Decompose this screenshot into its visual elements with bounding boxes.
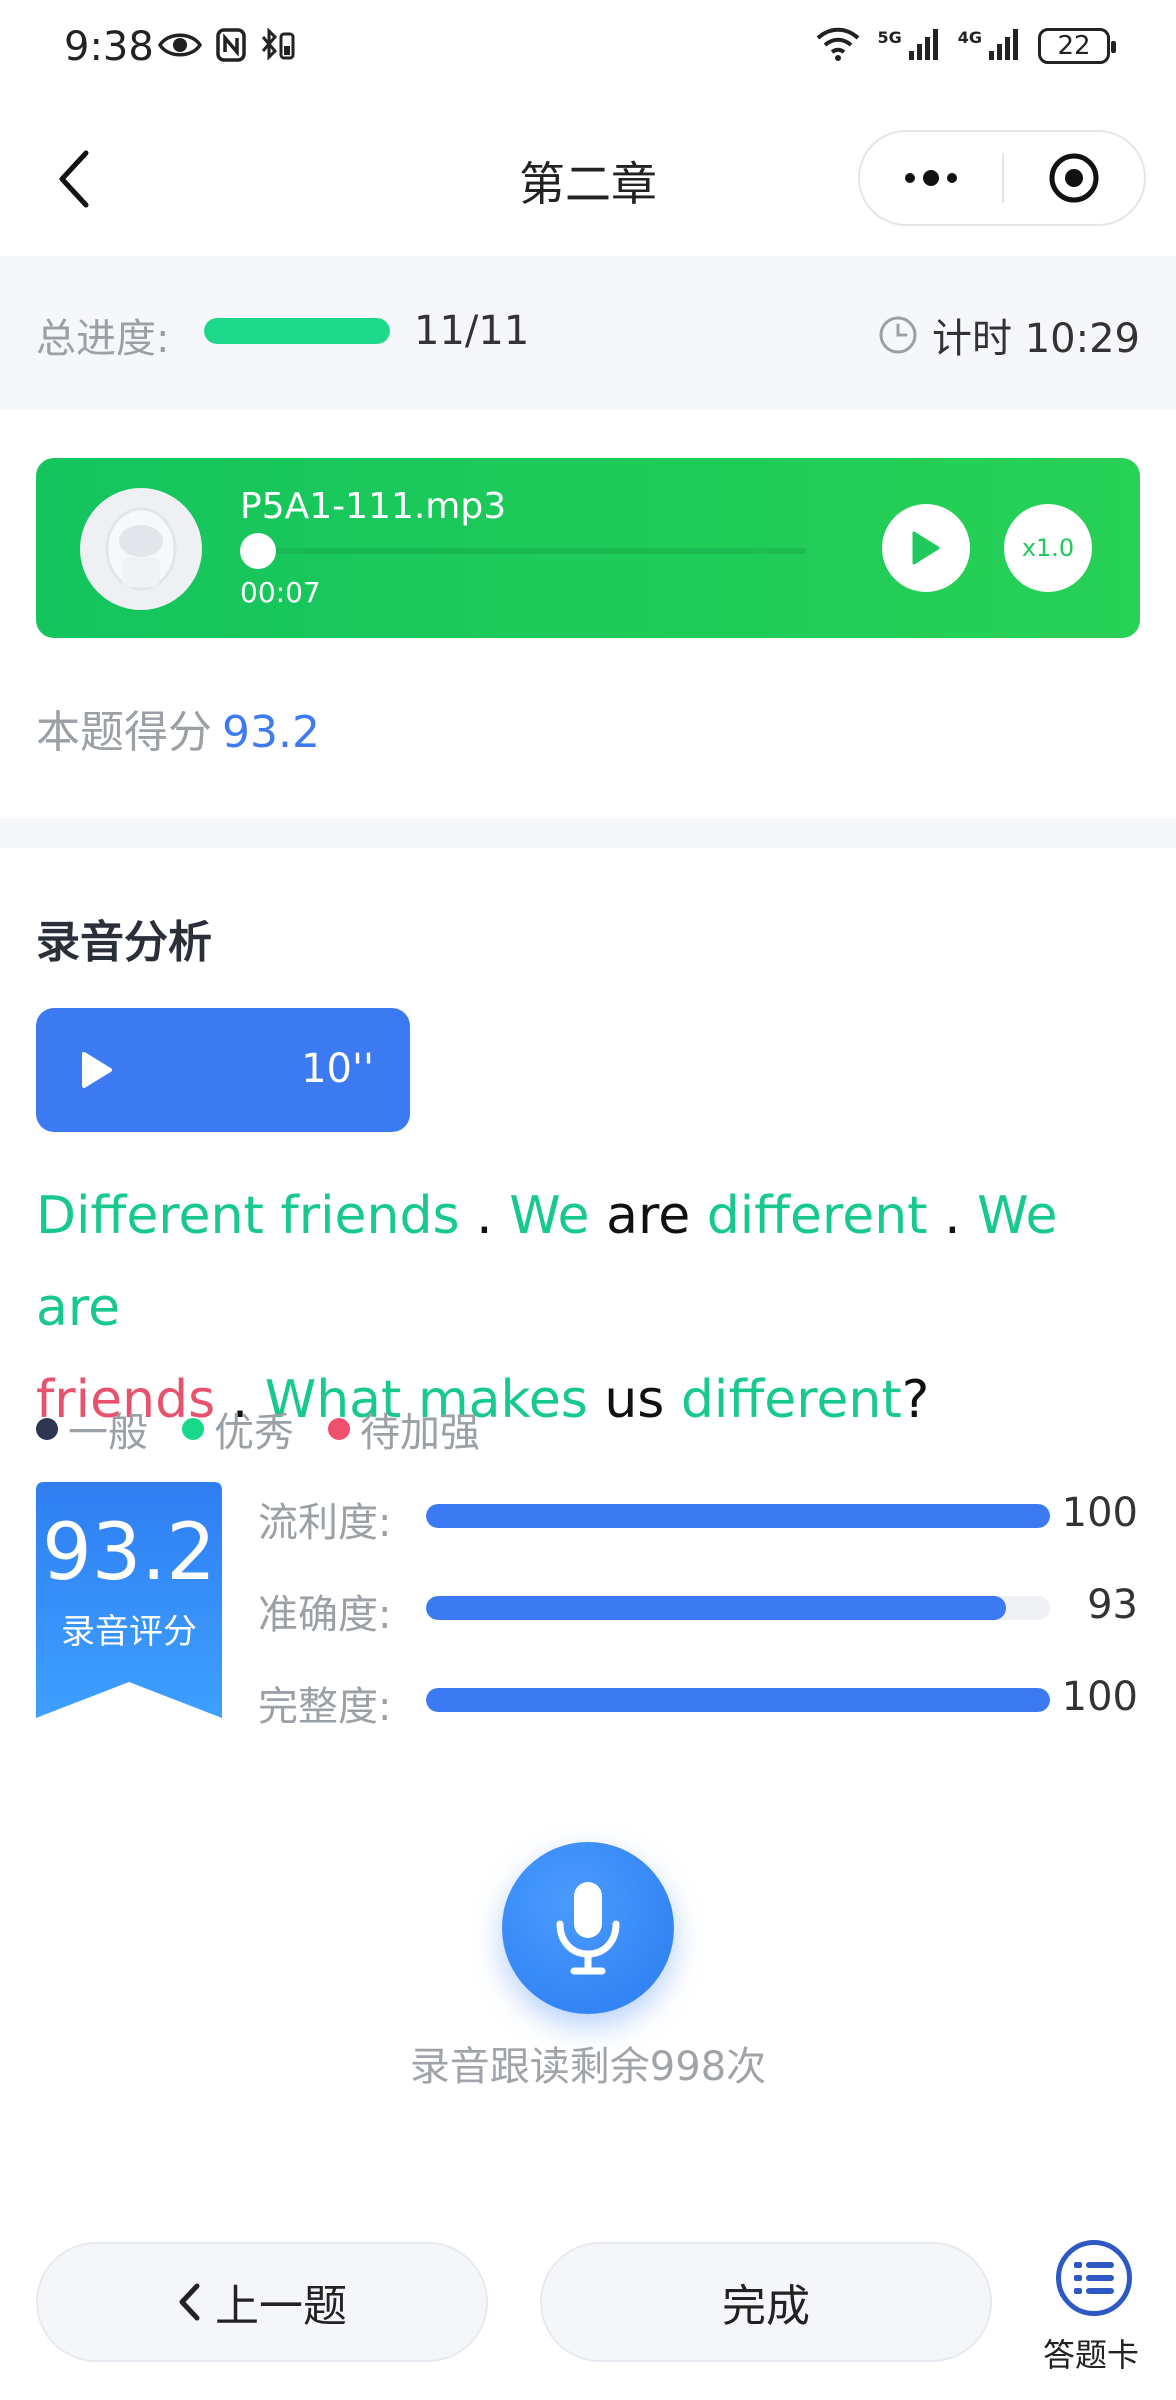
more-dot-icon <box>905 173 915 183</box>
word-level-legend: 一般 优秀 待加强 <box>36 1400 480 1458</box>
sentence-word-normal: are <box>589 1186 707 1246</box>
done-button[interactable]: 完成 <box>540 2242 992 2362</box>
legend-item: 待加强 <box>328 1400 480 1458</box>
audio-player-card: P5A1-111.mp3 00:07 x1.0 <box>36 458 1140 638</box>
question-score: 本题得分 93.2 <box>36 696 320 760</box>
previous-question-label: 上一题 <box>215 2281 347 2332</box>
more-dot-icon <box>923 170 939 186</box>
record-mic-button[interactable] <box>502 1842 674 2014</box>
chevron-left-icon <box>179 2283 200 2321</box>
legend-label: 一般 <box>68 1410 148 1456</box>
recording-remaining-caption: 录音跟读剩余998次 <box>409 2044 767 2090</box>
metric-row: 完整度: 100 <box>258 1668 1138 1730</box>
legend-dot-icon <box>182 1418 204 1440</box>
sentence-line: Different friends . We are different . W… <box>36 1170 1146 1354</box>
network-4g-label: 4G <box>957 27 982 47</box>
audio-file-name: P5A1-111.mp3 <box>240 486 507 527</box>
previous-question-button[interactable]: 上一题 <box>36 2242 488 2362</box>
metric-value: 100 <box>1061 1490 1138 1536</box>
audio-current-time: 00:07 <box>240 576 321 609</box>
section-divider <box>0 818 1176 848</box>
timer-text: 计时 10:29 <box>932 316 1140 362</box>
signal-4g-icon <box>988 27 1022 65</box>
answer-card-icon <box>1056 2240 1132 2316</box>
sentence-word-normal: . <box>459 1186 510 1246</box>
recording-duration: 10'' <box>301 1046 374 1092</box>
mini-program-capsule <box>858 130 1146 226</box>
close-mini-program-button[interactable] <box>1004 132 1144 224</box>
audio-seek-track[interactable] <box>240 548 806 554</box>
metric-row: 流利度: 100 <box>258 1484 1138 1546</box>
metric-label: 准确度: <box>258 1592 392 1638</box>
nav-bar: 第二章 <box>0 110 1176 246</box>
legend-label: 优秀 <box>214 1410 294 1456</box>
bottom-action-bar: 上一题 完成 答题卡 <box>0 2206 1176 2400</box>
recording-score-badge: 93.2 录音评分 <box>36 1482 222 1726</box>
total-progress-bar <box>204 318 390 344</box>
target-close-icon <box>1049 153 1099 203</box>
signal-5g-icon <box>908 27 942 65</box>
play-icon <box>912 531 940 565</box>
play-icon <box>82 1052 112 1088</box>
metric-row: 准确度: 93 <box>258 1576 1138 1638</box>
legend-label: 待加强 <box>360 1410 480 1456</box>
legend-item: 一般 <box>36 1400 148 1458</box>
audio-seek-knob[interactable] <box>240 533 276 569</box>
sentence-word-normal: us <box>587 1370 681 1430</box>
status-left-icons <box>157 27 296 66</box>
sentence-word-good: different <box>706 1186 928 1246</box>
metric-bar-fill <box>426 1688 1050 1712</box>
metric-value: 93 <box>1087 1582 1138 1628</box>
total-progress-fill <box>204 318 390 344</box>
clock-icon <box>879 316 917 354</box>
recording-analysis-title: 录音分析 <box>36 917 212 968</box>
sentence-word-good: Different friends <box>36 1186 460 1246</box>
answer-card-button[interactable]: 答题卡 <box>1036 2240 1146 2374</box>
metric-bar-fill <box>426 1596 1007 1620</box>
metric-label: 完整度: <box>258 1684 392 1730</box>
question-score-label: 本题得分 <box>36 707 212 758</box>
sentence-word-normal: ? <box>901 1370 930 1430</box>
sentence-word-good: different <box>680 1370 902 1430</box>
audio-play-button[interactable] <box>882 504 970 592</box>
battery-level: 22 <box>1057 31 1091 61</box>
nfc-icon <box>216 28 246 66</box>
total-progress-label: 总进度: <box>36 316 170 362</box>
more-menu-button[interactable] <box>860 132 1002 224</box>
metric-bar-fill <box>426 1504 1050 1528</box>
bluetooth-battery-icon <box>260 27 296 66</box>
avatar-placeholder-icon <box>105 507 177 591</box>
recording-playback-button[interactable]: 10'' <box>36 1008 410 1132</box>
metric-bar-track <box>426 1504 1050 1528</box>
sentence-word-normal: . <box>927 1186 978 1246</box>
battery-indicator: 22 <box>1038 28 1116 64</box>
metric-bar-track <box>426 1688 1050 1712</box>
recording-score-label: 录音评分 <box>61 1612 197 1652</box>
wifi-icon <box>815 26 861 66</box>
legend-dot-icon <box>36 1418 58 1440</box>
network-5g-label: 5G <box>877 27 902 47</box>
recording-score-value: 93.2 <box>42 1508 216 1598</box>
status-time: 9:38 <box>64 24 154 70</box>
audio-cover-avatar <box>80 488 202 610</box>
more-dot-icon <box>947 173 957 183</box>
eye-icon <box>157 30 203 64</box>
sentence-word-good: We <box>509 1186 590 1246</box>
legend-dot-icon <box>328 1418 350 1440</box>
done-label: 完成 <box>722 2281 810 2332</box>
progress-panel: 总进度: 11/11 计时 10:29 <box>0 256 1176 410</box>
status-bar: 9:38 5G 4G 22 <box>0 0 1176 100</box>
metric-value: 100 <box>1061 1674 1138 1720</box>
microphone-icon <box>556 1882 620 1975</box>
metric-label: 流利度: <box>258 1500 392 1546</box>
answer-card-label: 答题卡 <box>1042 2336 1139 2374</box>
question-score-value: 93.2 <box>222 707 320 758</box>
legend-item: 优秀 <box>182 1400 294 1458</box>
total-progress-count: 11/11 <box>414 308 530 354</box>
audio-speed-button[interactable]: x1.0 <box>1004 504 1092 592</box>
timer: 计时 10:29 <box>878 306 1140 364</box>
status-right-icons: 5G 4G 22 <box>815 26 1116 66</box>
metric-bar-track <box>426 1596 1050 1620</box>
